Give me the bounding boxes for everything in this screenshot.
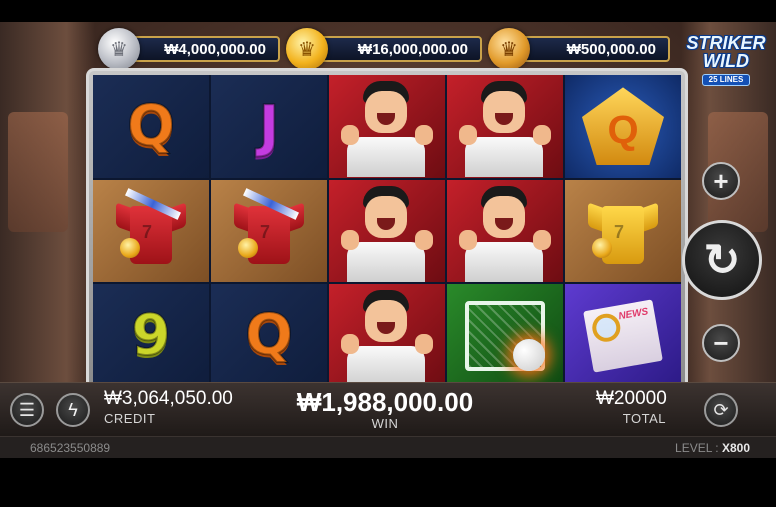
turbo-button[interactable]: ϟ xyxy=(56,393,90,427)
game-logo: STRIKER WILD 25 LINES xyxy=(680,34,772,90)
reel-grid: Q J Q 7 7 7 9 Q NEWS xyxy=(93,75,681,387)
fire-ball-icon xyxy=(513,338,545,371)
symbol-jersey-gold: 7 xyxy=(565,179,681,283)
total-value: ₩20000 xyxy=(596,388,667,409)
jersey-number: 7 xyxy=(142,221,153,242)
minus-icon: − xyxy=(713,327,729,358)
jackpot-bronze: ♛ ₩500,000.00 xyxy=(488,28,670,70)
symbol-player xyxy=(329,75,445,178)
logo-line1: STRIKER xyxy=(686,33,766,53)
symbol-player xyxy=(329,179,445,283)
win-label: WIN xyxy=(371,416,399,431)
news-text: NEWS xyxy=(617,306,650,323)
symbol-wild-goal xyxy=(447,284,563,387)
symbol-j: J xyxy=(211,75,327,178)
session-id: 686523550889 xyxy=(30,441,111,455)
jackpot-silver: ♛ ₩4,000,000.00 xyxy=(98,28,280,70)
bottom-bar: ☰ ϟ ₩3,064,050.00 CREDIT ₩1,988,000.00 W… xyxy=(0,382,776,436)
player-icon xyxy=(329,284,445,387)
symbol-letter: Q xyxy=(126,93,176,160)
jersey-icon: 7 xyxy=(588,196,658,266)
reel-frame: Q J Q 7 7 7 9 Q NEWS xyxy=(86,68,688,394)
player-icon xyxy=(447,75,563,178)
total-bet-display[interactable]: ₩20000 TOTAL xyxy=(596,388,667,426)
jersey-icon: 7 xyxy=(234,188,304,266)
pentagon-badge-icon: Q xyxy=(582,87,664,166)
symbol-letter: J xyxy=(258,93,281,160)
bet-decrease-button[interactable]: − xyxy=(702,324,740,362)
jackpot-gold: ♛ ₩16,000,000.00 xyxy=(286,28,482,70)
credit-label: CREDIT xyxy=(104,411,156,426)
level-indicator: LEVEL : X800 xyxy=(675,441,750,455)
player-icon xyxy=(447,180,563,283)
lightning-icon: ϟ xyxy=(68,399,78,420)
newspaper-icon: NEWS xyxy=(583,299,663,373)
bet-increase-button[interactable]: + xyxy=(702,162,740,200)
symbol-jersey-red: 7 xyxy=(211,179,327,283)
plus-icon: + xyxy=(713,165,729,196)
level-value: X800 xyxy=(721,441,750,455)
crown-medal-icon: ♛ xyxy=(98,28,140,70)
symbol-jersey-red: 7 xyxy=(93,179,209,283)
symbol-news: NEWS xyxy=(565,284,681,387)
autoplay-button[interactable]: ⟳ xyxy=(704,393,738,427)
symbol-player xyxy=(329,284,445,387)
crown-medal-icon: ♛ xyxy=(488,28,530,70)
credit-display: ₩3,064,050.00 CREDIT xyxy=(104,389,233,425)
symbol-letter: Q xyxy=(244,302,294,369)
jersey-icon: 7 xyxy=(116,188,186,266)
symbol-q-pentagon: Q xyxy=(565,75,681,178)
hamburger-icon: ☰ xyxy=(18,399,36,420)
player-icon xyxy=(329,75,445,178)
spin-button[interactable]: ↻ xyxy=(682,220,762,300)
level-label: LEVEL : xyxy=(675,441,719,455)
autoplay-icon: ⟳ xyxy=(713,399,729,420)
symbol-letter: 9 xyxy=(131,302,172,369)
player-icon xyxy=(329,180,445,283)
crown-medal-icon: ♛ xyxy=(286,28,328,70)
footer-strip: 686523550889 LEVEL : X800 xyxy=(0,436,776,458)
logo-line2: WILD xyxy=(703,51,749,71)
refresh-arrow-icon: ↻ xyxy=(703,235,741,285)
credit-value: ₩3,064,050.00 xyxy=(104,388,233,409)
menu-button[interactable]: ☰ xyxy=(10,393,44,427)
logo-lines: 25 LINES xyxy=(701,74,751,86)
locker xyxy=(8,112,68,232)
jersey-number: 7 xyxy=(614,221,625,242)
symbol-q: Q xyxy=(93,75,209,178)
symbol-9: 9 xyxy=(93,284,209,387)
symbol-player xyxy=(447,179,563,283)
symbol-q: Q xyxy=(211,284,327,387)
total-label: TOTAL xyxy=(622,411,666,426)
win-display: ₩1,988,000.00 WIN xyxy=(290,389,480,430)
win-value: ₩1,988,000.00 xyxy=(296,387,474,417)
jersey-number: 7 xyxy=(260,221,271,242)
symbol-player xyxy=(447,75,563,178)
